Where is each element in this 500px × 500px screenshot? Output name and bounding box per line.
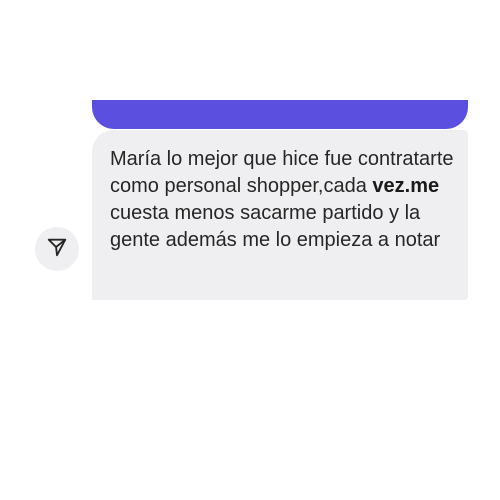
chat-screen: María lo mejor que hice fue contratarte … bbox=[0, 0, 500, 500]
share-button[interactable] bbox=[35, 227, 79, 271]
send-icon bbox=[46, 236, 68, 263]
message-bubble[interactable]: María lo mejor que hice fue contratarte … bbox=[92, 130, 468, 300]
message-bold-text: vez.me bbox=[372, 175, 440, 197]
message-text: María lo mejor que hice fue contratarte … bbox=[110, 146, 456, 254]
message-text-part-2: cuesta menos sacarme partido y la gente … bbox=[110, 202, 441, 251]
previous-message-bubble[interactable] bbox=[92, 100, 468, 129]
